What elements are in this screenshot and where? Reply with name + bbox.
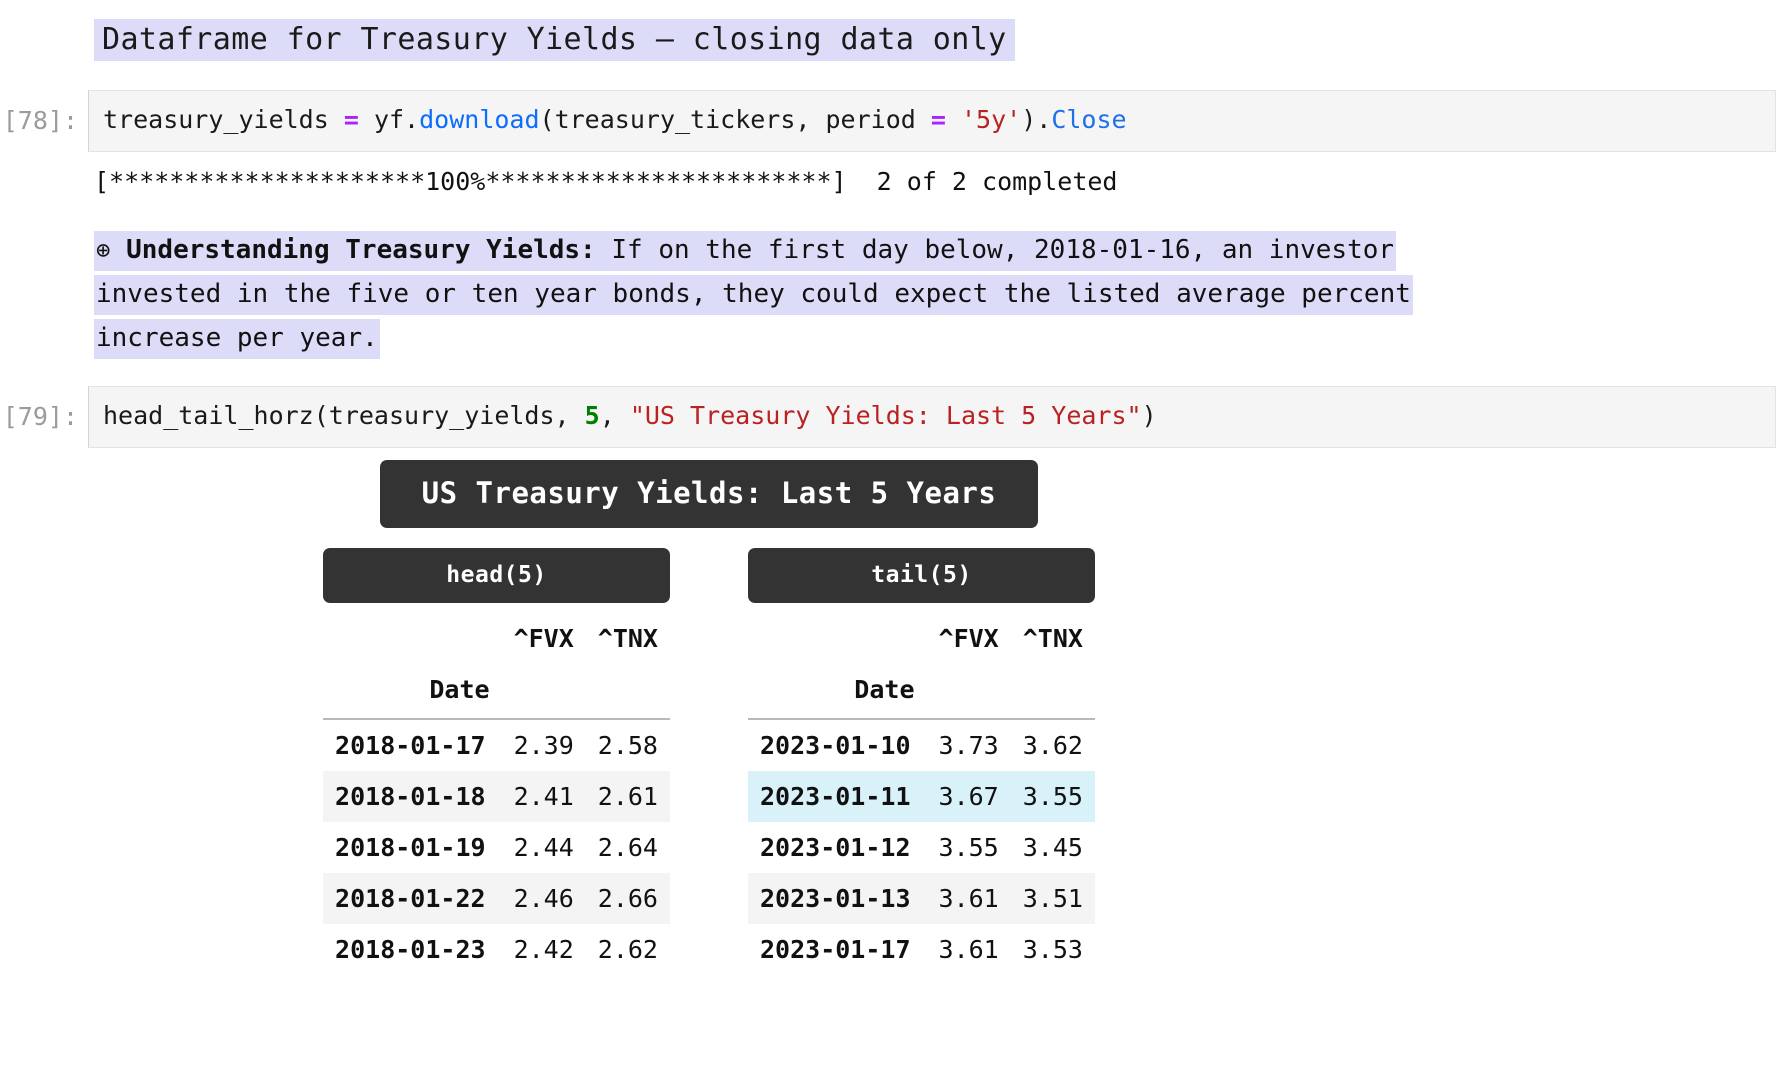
table-row[interactable]: 2023-01-13 3.61 3.51 (748, 873, 1095, 924)
cell-tnx: 3.55 (1022, 782, 1083, 811)
code-token-attribute: Close (1051, 105, 1127, 134)
cell-fvx: 2.44 (513, 833, 574, 862)
dataframe-container: US Treasury Yields: Last 5 Years head(5)… (94, 460, 1324, 975)
column-header-tnx-head: ^TNX (597, 624, 658, 653)
cell-tnx: 3.51 (1022, 884, 1083, 913)
cell-tnx: 2.66 (597, 884, 658, 913)
index-pad-1-tail (926, 659, 1011, 720)
notebook-scroll-area[interactable]: Dataframe for Treasury Yields — closing … (0, 0, 1776, 1070)
cell-prompt-79: [79]: (2, 402, 78, 431)
row-index-date: 2018-01-19 (335, 833, 486, 862)
table-row[interactable]: 2018-01-18 2.41 2.61 (323, 771, 670, 822)
code-token-paren: ). (1021, 105, 1052, 134)
dataframe-table-head: ^FVX ^TNX Date 2018-01-17 2.39 2.58 2018… (323, 613, 670, 975)
code-token-string: '5y' (961, 105, 1022, 134)
table-header-row-index: Date (748, 659, 1095, 720)
page-title: Dataframe for Treasury Yields — closing … (94, 19, 1015, 61)
table-header-row-index: Date (323, 659, 670, 720)
cell-tnx: 2.64 (597, 833, 658, 862)
column-header-fvx-head: ^FVX (513, 624, 574, 653)
table-row[interactable]: 2018-01-19 2.44 2.64 (323, 822, 670, 873)
table-row[interactable]: 2023-01-17 3.61 3.53 (748, 924, 1095, 975)
table-header-row-columns: ^FVX ^TNX (748, 613, 1095, 659)
row-index-date: 2023-01-11 (760, 782, 911, 811)
markdown-cell-heading[interactable]: Dataframe for Treasury Yields — closing … (0, 0, 1776, 64)
row-index-date: 2018-01-23 (335, 935, 486, 964)
dataframe-block-head: head(5) ^FVX ^TNX Date 2018-01-17 2.39 2… (323, 548, 670, 975)
cell-output-progress-78: [*********************100%**************… (94, 167, 1118, 196)
code-token-comma-79: , (599, 401, 630, 430)
row-index-date: 2023-01-13 (760, 884, 911, 913)
header-blank-head (323, 613, 502, 659)
dataframe-title-banner: US Treasury Yields: Last 5 Years (379, 460, 1039, 528)
code-editor-78[interactable]: treasury_yields = yf.download(treasury_t… (88, 90, 1776, 152)
index-pad-2-tail (1010, 659, 1095, 720)
code-token-function-79: head_tail_horz (103, 401, 314, 430)
dataframe-tables-row: head(5) ^FVX ^TNX Date 2018-01-17 2.39 2… (323, 548, 1095, 975)
table-row-hovered[interactable]: 2023-01-11 3.67 3.55 (748, 771, 1095, 822)
code-token-args: (treasury_tickers, period (539, 105, 931, 134)
code-token-number-79: 5 (584, 401, 600, 430)
cell-tnx: 2.58 (597, 731, 658, 760)
code-token-function: download (419, 105, 540, 134)
cell-fvx: 2.46 (513, 884, 574, 913)
dataframe-table-tail: ^FVX ^TNX Date 2023-01-10 3.73 3.62 2023… (748, 613, 1095, 975)
code-token-args-79: (treasury_yields, (313, 401, 585, 430)
cell-fvx: 3.55 (938, 833, 999, 862)
code-token-operator: = (343, 105, 359, 134)
dataframe-block-tail: tail(5) ^FVX ^TNX Date 2023-01-10 3.73 3… (748, 548, 1095, 975)
index-pad-2-head (585, 659, 670, 720)
cell-tnx: 2.62 (597, 935, 658, 964)
dataframe-caption-tail: tail(5) (748, 548, 1095, 603)
table-row[interactable]: 2018-01-23 2.42 2.62 (323, 924, 670, 975)
cell-fvx: 2.39 (513, 731, 574, 760)
cell-fvx: 3.61 (938, 935, 999, 964)
cell-fvx: 3.67 (938, 782, 999, 811)
table-row[interactable]: 2018-01-22 2.46 2.66 (323, 873, 670, 924)
table-row[interactable]: 2023-01-12 3.55 3.45 (748, 822, 1095, 873)
cell-fvx: 3.61 (938, 884, 999, 913)
index-pad-1-head (501, 659, 586, 720)
code-token-operator-2: = (930, 105, 946, 134)
column-header-tnx-tail: ^TNX (1022, 624, 1083, 653)
row-index-date: 2023-01-12 (760, 833, 911, 862)
code-cell-78[interactable]: [78]: treasury_yields = yf.download(trea… (0, 90, 1776, 152)
code-cell-79[interactable]: [79]: head_tail_horz(treasury_yields, 5,… (0, 386, 1776, 448)
table-row[interactable]: 2023-01-10 3.73 3.62 (748, 719, 1095, 771)
code-token-module: yf. (358, 105, 420, 134)
note-paragraph: ⊕ Understanding Treasury Yields: If on t… (94, 228, 1424, 360)
code-token-paren-79: ) (1141, 401, 1157, 430)
header-blank-tail (748, 613, 927, 659)
row-index-date: 2023-01-10 (760, 731, 911, 760)
cell-fvx: 2.42 (513, 935, 574, 964)
markdown-cell-note[interactable]: ⊕ Understanding Treasury Yields: If on t… (0, 228, 1444, 360)
cell-fvx: 3.73 (938, 731, 999, 760)
index-name-head: Date (323, 659, 502, 720)
cell-tnx: 3.45 (1022, 833, 1083, 862)
row-index-date: 2023-01-17 (760, 935, 911, 964)
cell-tnx: 2.61 (597, 782, 658, 811)
row-index-date: 2018-01-22 (335, 884, 486, 913)
cell-tnx: 3.62 (1022, 731, 1083, 760)
cell-tnx: 3.53 (1022, 935, 1083, 964)
row-index-date: 2018-01-18 (335, 782, 486, 811)
code-editor-79[interactable]: head_tail_horz(treasury_yields, 5, "US T… (88, 386, 1776, 448)
cell-prompt-78: [78]: (2, 106, 78, 135)
cell-fvx: 2.41 (513, 782, 574, 811)
dataframe-caption-head: head(5) (323, 548, 670, 603)
column-header-fvx-tail: ^FVX (938, 624, 999, 653)
row-index-date: 2018-01-17 (335, 731, 486, 760)
cell-output-dataframe-79: US Treasury Yields: Last 5 Years head(5)… (0, 460, 1776, 975)
circled-plus-icon: ⊕ (96, 236, 111, 264)
table-header-row-columns: ^FVX ^TNX (323, 613, 670, 659)
code-token-variable: treasury_yields (103, 105, 344, 134)
table-row[interactable]: 2018-01-17 2.39 2.58 (323, 719, 670, 771)
code-token-string-79: "US Treasury Yields: Last 5 Years" (629, 401, 1142, 430)
note-bold-lead: Understanding Treasury Yields: (126, 235, 596, 265)
index-name-tail: Date (748, 659, 927, 720)
